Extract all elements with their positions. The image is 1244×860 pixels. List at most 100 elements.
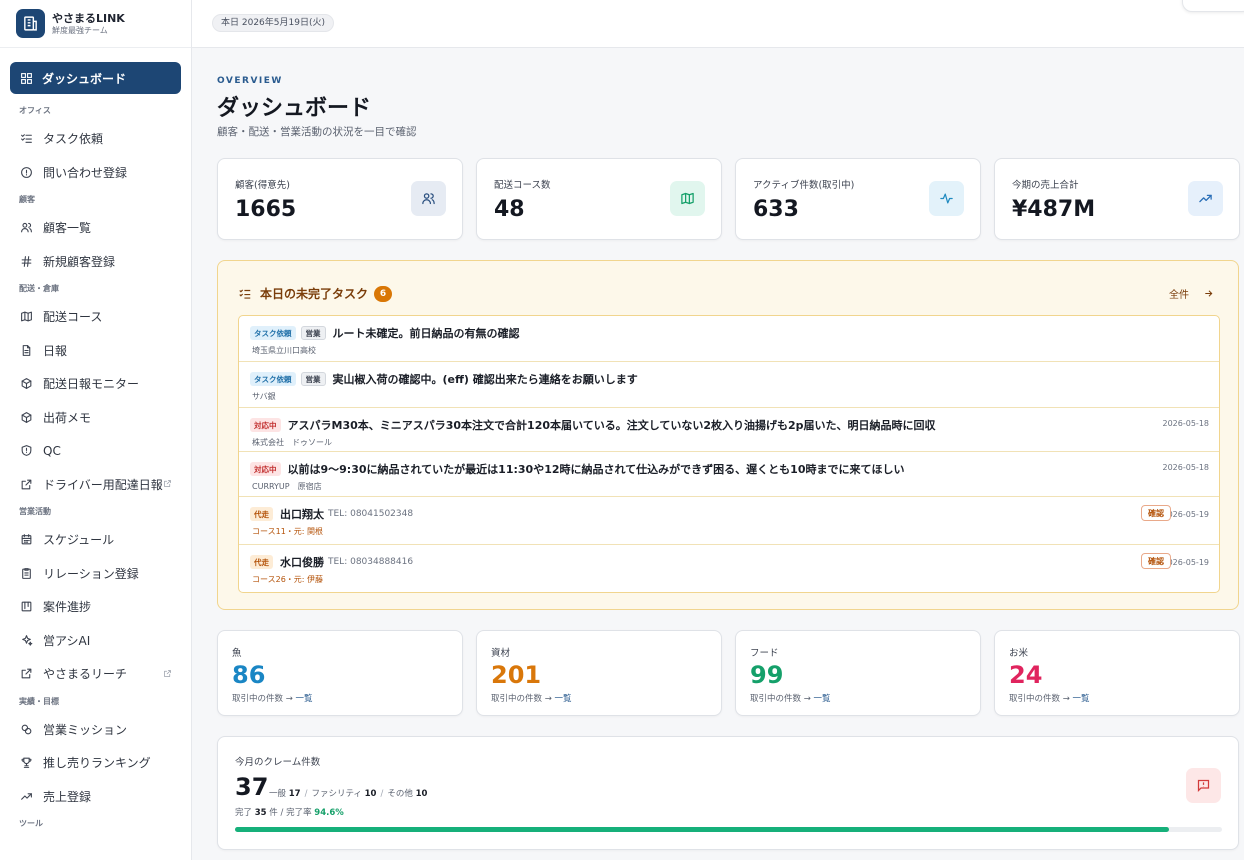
category-list-link[interactable]: 取引中の件数 → 一覧 (1009, 692, 1090, 704)
claims-total: 37 (235, 773, 269, 801)
kanban-icon (20, 600, 33, 613)
clipboard-icon (20, 567, 33, 580)
sidebar: やさまるLINK 鮮度最強チーム ダッシュボード オフィスタスク依頼問い合わせ登… (0, 0, 192, 860)
category-link-label: 一覧 (295, 694, 313, 704)
task-badge: タスク依頼 (250, 372, 296, 386)
user-menu[interactable] (1182, 0, 1244, 12)
shield-icon (20, 444, 33, 457)
category-card[interactable]: お米 24 取引中の件数 → 一覧 (994, 630, 1240, 716)
sidebar-item[interactable]: リレーション登録 (10, 557, 181, 591)
task-phone: TEL: 08041502348 (328, 509, 414, 519)
category-link-prefix: 取引中の件数 → (232, 694, 296, 704)
brand[interactable]: やさまるLINK 鮮度最強チーム (0, 0, 191, 48)
task-row[interactable]: 代走 出口翔太 TEL: 08041502348 コース11・元: 関根 2026-05… (239, 497, 1219, 545)
target-icon (20, 723, 33, 736)
sidebar-item[interactable]: 案件進捗 (10, 590, 181, 624)
category-link-label: 一覧 (813, 694, 831, 704)
task-row[interactable]: 代走 水口俊勝 TEL: 08034888416 コース26・元: 伊藤 2026-05… (239, 545, 1219, 592)
sidebar-item-label: 配送日報モニター (43, 377, 140, 392)
category-label: 資材 (491, 648, 511, 659)
sidebar-item-label: ダッシュボード (42, 71, 127, 86)
task-row[interactable]: タスク依頼 営業 ルート未確定。前日納品の有無の確認 埼玉県立川口高校 (239, 316, 1219, 362)
task-customer: 埼玉県立川口高校 (252, 346, 316, 355)
task-badge: タスク依頼 (250, 326, 296, 340)
trophy-icon (20, 756, 33, 769)
sidebar-item[interactable]: 営アシAI (10, 624, 181, 658)
sidebar-item[interactable]: 新規顧客登録 (10, 245, 181, 279)
sidebar-item[interactable]: やさまるリーチ (10, 657, 181, 691)
sidebar-item[interactable]: 売上登録 (10, 780, 181, 814)
category-card[interactable]: フード 99 取引中の件数 → 一覧 (735, 630, 981, 716)
sidebar-item[interactable]: 推し売りランキング (10, 746, 181, 780)
sidebar-item[interactable]: QC (10, 434, 181, 468)
external-link-icon (163, 667, 172, 681)
category-list-link[interactable]: 取引中の件数 → 一覧 (232, 692, 313, 704)
confirm-button[interactable]: 確認 (1141, 553, 1171, 569)
brand-name: やさまるLINK (52, 11, 125, 25)
completion-rate: 94.6% (314, 808, 344, 818)
category-list-link[interactable]: 取引中の件数 → 一覧 (750, 692, 831, 704)
view-all-tasks-link[interactable]: 全件 (1169, 286, 1214, 301)
task-text: 出口翔太 (280, 508, 324, 521)
task-customer: サバ銀 (252, 392, 276, 401)
external-link-icon (20, 667, 33, 680)
task-customer: 株式会社 ドゥソール (252, 438, 332, 447)
stat-value: 633 (753, 197, 799, 222)
stat-value: ¥487M (1012, 197, 1096, 222)
sidebar-item[interactable]: 顧客一覧 (10, 211, 181, 245)
package-icon (20, 411, 33, 424)
nav-section-label: 配送・倉庫 (19, 284, 59, 293)
task-row[interactable]: タスク依頼 営業 実山椒入荷の確認中。(eff) 確認出来たら連絡をお願いします サバ… (239, 362, 1219, 408)
map-icon (20, 310, 33, 323)
sidebar-item-label: ドライバー用配達日報 (43, 477, 163, 492)
grid-icon (21, 72, 32, 84)
trending-up-icon (1188, 181, 1223, 216)
stat-card: 配送コース数 48 (476, 158, 722, 240)
general-count: 17 (288, 789, 301, 799)
sidebar-item[interactable]: 問い合わせ登録 (10, 156, 181, 190)
facility-count: 10 (364, 789, 377, 799)
category-list-link[interactable]: 取引中の件数 → 一覧 (491, 692, 572, 704)
today-date: 本日 2026年5月19日(火) (212, 14, 334, 32)
sidebar-item-label: 配送コース (43, 310, 103, 325)
building-icon (16, 9, 45, 38)
task-badge: 代走 (250, 555, 273, 569)
task-row[interactable]: 対応中 以前は9〜9:30に納品されていたが最近は11:30や12時に納品されて仕… (239, 452, 1219, 497)
claims-label: 今月のクレーム件数 (235, 757, 321, 768)
sidebar-item-label: 売上登録 (43, 789, 92, 804)
task-phone: TEL: 08034888416 (328, 557, 414, 567)
nav-section-label: 顧客 (19, 195, 35, 204)
done-count: 35 (254, 808, 267, 818)
external-link-icon (163, 477, 172, 491)
page-subtitle: 顧客・配送・営業活動の状況を一目で確認 (217, 126, 417, 138)
sidebar-item-dashboard[interactable]: ダッシュボード (10, 62, 181, 94)
category-link-label: 一覧 (554, 694, 572, 704)
sidebar-item[interactable]: 営業ミッション (10, 713, 181, 747)
category-card[interactable]: 資材 201 取引中の件数 → 一覧 (476, 630, 722, 716)
done-unit: 件 (269, 808, 278, 818)
task-text: 水口俊勝 (280, 556, 324, 569)
category-card[interactable]: 魚 86 取引中の件数 → 一覧 (217, 630, 463, 716)
alert-circle-icon (20, 166, 33, 179)
category-link-label: 一覧 (1072, 694, 1090, 704)
task-date: 2026-05-18 (1162, 463, 1210, 472)
sidebar-item[interactable]: 配送日報モニター (10, 367, 181, 401)
other-label: その他 (387, 789, 413, 799)
tasks-count-badge: 6 (374, 285, 393, 302)
category-value: 86 (232, 661, 266, 689)
sidebar-item[interactable]: スケジュール (10, 523, 181, 557)
sidebar-item-label: 問い合わせ登録 (43, 165, 128, 180)
task-row[interactable]: 対応中 アスパラM30本、ミニアスパラ30本注文で合計120本届いている。注文して… (239, 408, 1219, 452)
nav-section-label: オフィス (19, 106, 51, 115)
sidebar-item[interactable]: 日報 (10, 334, 181, 368)
topbar: 本日 2026年5月19日(火) (192, 0, 1244, 48)
map-icon (670, 181, 705, 216)
sidebar-item[interactable]: タスク依頼 (10, 122, 181, 156)
confirm-button[interactable]: 確認 (1141, 505, 1171, 521)
sidebar-item-label: タスク依頼 (43, 132, 104, 147)
sidebar-item-label: 推し売りランキング (43, 756, 151, 771)
file-icon (20, 344, 33, 357)
sidebar-item[interactable]: 出荷メモ (10, 401, 181, 435)
sidebar-item[interactable]: 配送コース (10, 300, 181, 334)
sidebar-item[interactable]: ドライバー用配達日報 (10, 468, 181, 502)
